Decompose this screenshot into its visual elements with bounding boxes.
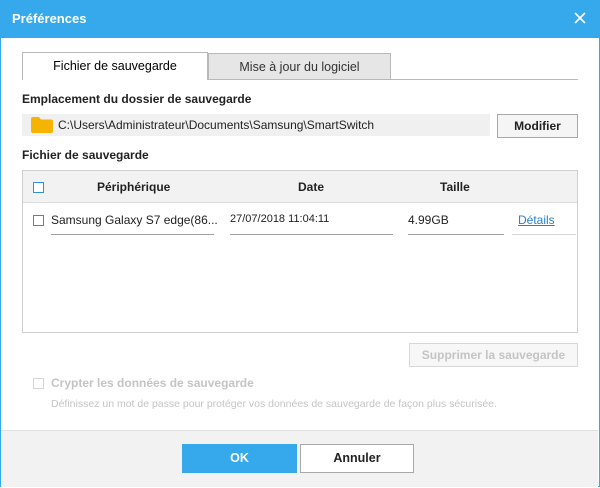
details-link[interactable]: Détails [518, 213, 555, 227]
column-device: Périphérique [97, 180, 171, 194]
cancel-button[interactable]: Annuler [300, 444, 414, 473]
backup-location-label: Emplacement du dossier de sauvegarde [22, 92, 252, 106]
table-header: Périphérique Date Taille [23, 171, 577, 203]
column-date: Date [298, 180, 325, 194]
select-all-checkbox[interactable] [33, 182, 44, 193]
row-size: 4.99GB [408, 213, 449, 227]
date-underline [230, 234, 393, 235]
ok-button[interactable]: OK [182, 444, 297, 473]
backup-table: Périphérique Date Taille Samsung Galaxy … [22, 170, 578, 333]
close-icon[interactable] [570, 8, 590, 28]
row-date: 27/07/2018 11:04:11 [230, 213, 330, 225]
encrypt-checkbox[interactable] [33, 378, 44, 389]
modify-button[interactable]: Modifier [497, 114, 578, 138]
window-title: Préférences [12, 11, 87, 26]
backup-files-label: Fichier de sauvegarde [22, 148, 149, 162]
size-underline [408, 234, 504, 235]
details-underline [512, 234, 576, 235]
backup-path-text: C:\Users\Administrateur\Documents\Samsun… [58, 118, 375, 132]
delete-backup-button[interactable]: Supprimer la sauvegarde [409, 343, 578, 367]
title-bar: Préférences [0, 0, 600, 38]
row-checkbox[interactable] [33, 215, 44, 226]
folder-icon [31, 117, 53, 133]
column-size: Taille [440, 180, 470, 194]
encrypt-label: Crypter les données de sauvegarde [51, 376, 254, 390]
tab-software-update[interactable]: Mise à jour du logiciel [208, 53, 391, 79]
encrypt-description: Définissez un mot de passe pour protéger… [51, 398, 497, 410]
tab-backup-file[interactable]: Fichier de sauvegarde [22, 52, 208, 80]
backup-path-field: C:\Users\Administrateur\Documents\Samsun… [22, 114, 490, 136]
device-underline [51, 234, 214, 235]
row-device: Samsung Galaxy S7 edge(86... [51, 213, 218, 227]
